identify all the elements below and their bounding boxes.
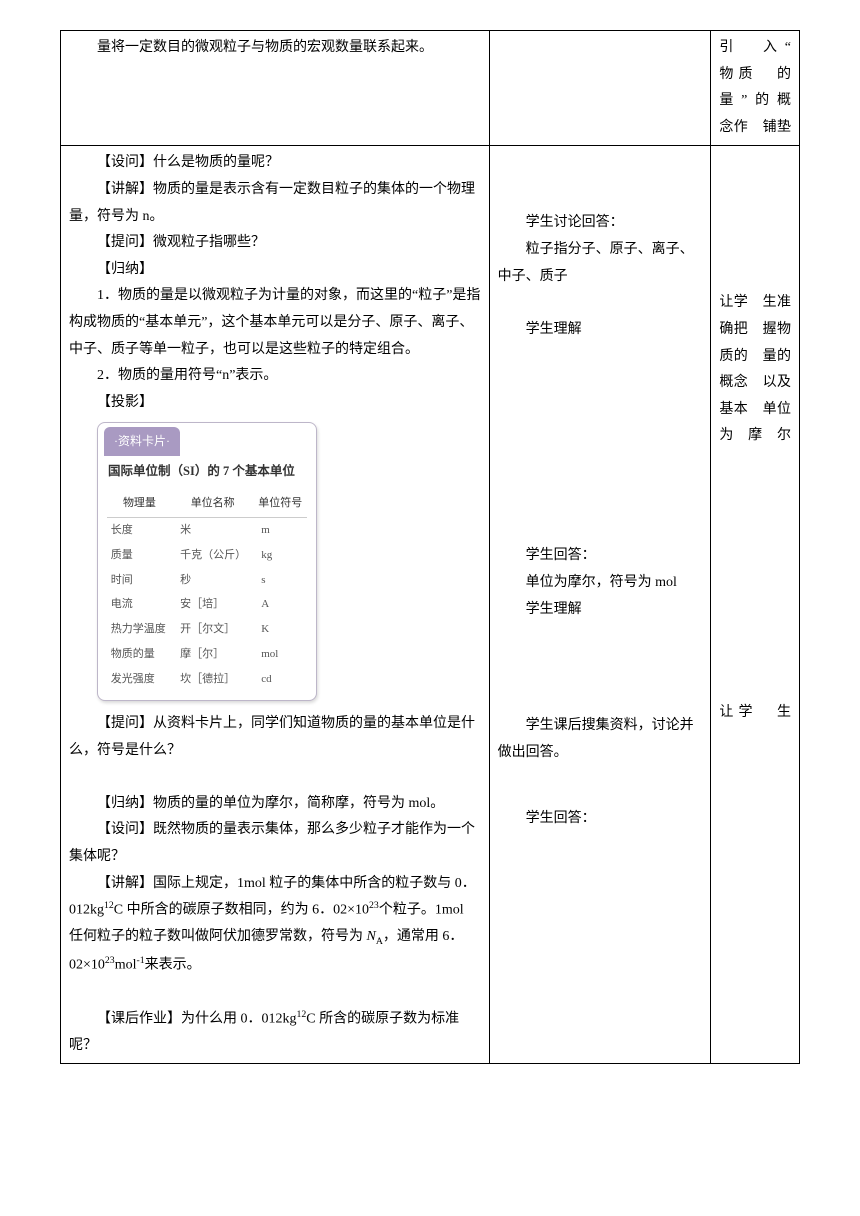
spacer — [719, 150, 791, 290]
si-row-5: 物质的量摩［尔］mol — [107, 642, 308, 667]
r2-p1: 【设问】什么是物质的量呢？ — [69, 150, 481, 177]
row2-col2: 学生讨论回答： 粒子指分子、原子、离子、中子、质子 学生理解 学生回答： 单位为… — [489, 146, 711, 1064]
c3-text-a: 让学 生准 确把 握物 质的 量的 概念 以及 基本 单位 为摩尔 — [719, 290, 791, 450]
r2-p7: 【投影】 — [69, 390, 481, 417]
sup-12: 12 — [104, 900, 114, 911]
r2-p10: 【设问】既然物质的量表示集体，那么多少粒子才能作为一个集体呢？ — [69, 817, 481, 870]
row1-c1-p1: 量将一定数目的微观粒子与物质的宏观数量联系起来。 — [69, 35, 481, 62]
si-c: 秒 — [172, 568, 253, 593]
c2-b5: 单位为摩尔，符号为 mol — [498, 570, 703, 597]
row-1: 量将一定数目的微观粒子与物质的宏观数量联系起来。 引 入“ 物质 的量”的概 念… — [61, 31, 800, 146]
card-tab: ·资料卡片· — [104, 427, 180, 456]
c3-text-b: 让学 生 — [719, 700, 791, 727]
r2-p8: 【提问】从资料卡片上，同学们知道物质的量的基本单位是什么，符号是什么？ — [69, 711, 481, 764]
si-c: 电流 — [107, 592, 172, 617]
t: 来表示。 — [145, 957, 201, 972]
si-units-card: ·资料卡片· 国际单位制（SI）的 7 个基本单位 物理量 单位名称 单位符号 … — [97, 422, 317, 701]
r2-p12: 【课后作业】为什么用 0．012kg12C 所含的碳原子数为标准呢？ — [69, 1006, 481, 1060]
sup-n1: -1 — [136, 955, 144, 966]
row-2: 【设问】什么是物质的量呢？ 【讲解】物质的量是表示含有一定数目粒子的集体的一个物… — [61, 146, 800, 1064]
si-c: 安［培］ — [172, 592, 253, 617]
si-c: kg — [253, 543, 307, 568]
spacer — [498, 766, 703, 806]
si-row-0: 长度米m — [107, 517, 308, 542]
na-n: N — [367, 929, 376, 944]
spacer — [498, 343, 703, 543]
si-c: K — [253, 617, 307, 642]
si-c: s — [253, 568, 307, 593]
row1-col2 — [489, 31, 711, 146]
si-units-table: 物理量 单位名称 单位符号 长度米m 质量千克（公斤）kg 时间秒s 电流安［培… — [107, 490, 308, 692]
r2-p9: 【归纳】物质的量的单位为摩尔，简称摩，符号为 mol。 — [69, 791, 481, 818]
sup-12b: 12 — [297, 1009, 307, 1020]
si-c: 物质的量 — [107, 642, 172, 667]
si-c: 发光强度 — [107, 667, 172, 692]
si-c: 米 — [172, 517, 253, 542]
si-c: A — [253, 592, 307, 617]
t: C 中所含的碳原子数相同，约为 6．02×10 — [114, 903, 369, 918]
c2-b2: 粒子指分子、原子、离子、中子、质子 — [498, 237, 703, 290]
si-c: 坎［德拉］ — [172, 667, 253, 692]
c2-b6: 学生理解 — [498, 597, 703, 624]
row2-col1: 【设问】什么是物质的量呢？ 【讲解】物质的量是表示含有一定数目粒子的集体的一个物… — [61, 146, 490, 1064]
si-c: m — [253, 517, 307, 542]
si-c: 热力学温度 — [107, 617, 172, 642]
card-title: 国际单位制（SI）的 7 个基本单位 — [98, 456, 316, 490]
si-h0: 物理量 — [107, 490, 172, 517]
si-c: mol — [253, 642, 307, 667]
si-head-row: 物理量 单位名称 单位符号 — [107, 490, 308, 517]
si-row-2: 时间秒s — [107, 568, 308, 593]
row2-col3: 让学 生准 确把 握物 质的 量的 概念 以及 基本 单位 为摩尔 让学 生 — [711, 146, 800, 1064]
t: mol — [115, 957, 137, 972]
c2-b7: 学生课后搜集资料，讨论并做出回答。 — [498, 713, 703, 766]
r2-p3: 【提问】微观粒子指哪些？ — [69, 230, 481, 257]
c2-b4: 学生回答： — [498, 543, 703, 570]
sup-23: 23 — [369, 900, 379, 911]
row1-col3: 引 入“ 物质 的量”的概 念作 铺垫 — [711, 31, 800, 146]
si-h2: 单位符号 — [253, 490, 307, 517]
si-c: 质量 — [107, 543, 172, 568]
si-row-3: 电流安［培］A — [107, 592, 308, 617]
sup-23b: 23 — [105, 955, 115, 966]
lesson-plan-table: 量将一定数目的微观粒子与物质的宏观数量联系起来。 引 入“ 物质 的量”的概 念… — [60, 30, 800, 1064]
c2-b3: 学生理解 — [498, 317, 703, 344]
r2-p6: 2．物质的量用符号“n”表示。 — [69, 363, 481, 390]
si-c: 摩［尔］ — [172, 642, 253, 667]
spacer — [498, 150, 703, 210]
t: 【课后作业】为什么用 0．012kg — [97, 1011, 297, 1026]
si-row-6: 发光强度坎［德拉］cd — [107, 667, 308, 692]
r2-p5: 1．物质的量是以微观粒子为计量的对象，而这里的“粒子”是指构成物质的“基本单元”… — [69, 283, 481, 363]
r2-p2: 【讲解】物质的量是表示含有一定数目粒子的集体的一个物理量，符号为 n。 — [69, 177, 481, 230]
c2-b1: 学生讨论回答： — [498, 210, 703, 237]
si-c: cd — [253, 667, 307, 692]
si-row-4: 热力学温度开［尔文］K — [107, 617, 308, 642]
si-c: 开［尔文］ — [172, 617, 253, 642]
si-h1: 单位名称 — [172, 490, 253, 517]
r2-p4: 【归纳】 — [69, 257, 481, 284]
si-row-1: 质量千克（公斤）kg — [107, 543, 308, 568]
row1-col1: 量将一定数目的微观粒子与物质的宏观数量联系起来。 — [61, 31, 490, 146]
spacer — [498, 623, 703, 713]
r2-p11: 【讲解】国际上规定，1mol 粒子的集体中所含的粒子数与 0．012kg12C … — [69, 871, 481, 980]
si-c: 时间 — [107, 568, 172, 593]
spacer — [719, 450, 791, 700]
na-a: A — [376, 936, 383, 947]
si-c: 千克（公斤） — [172, 543, 253, 568]
c2-b8: 学生回答： — [498, 806, 703, 833]
si-c: 长度 — [107, 517, 172, 542]
